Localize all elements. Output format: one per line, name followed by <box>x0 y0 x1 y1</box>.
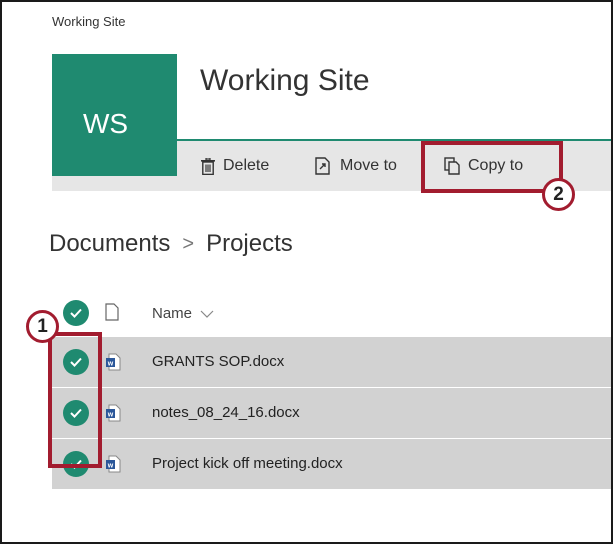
breadcrumb-documents[interactable]: Documents <box>49 230 170 258</box>
svg-text:w: w <box>107 411 114 418</box>
callout-box-copy-to <box>421 141 563 193</box>
callout-badge-2: 2 <box>542 178 575 211</box>
trash-icon <box>201 157 215 175</box>
table-row[interactable]: w Project kick off meeting.docx <box>52 438 611 489</box>
svg-text:w: w <box>107 462 114 469</box>
site-nav-title[interactable]: Working Site <box>52 14 125 29</box>
word-doc-icon: w <box>106 404 121 422</box>
name-column-header[interactable]: Name <box>152 305 214 322</box>
chevron-down-icon <box>200 310 214 318</box>
delete-label: Delete <box>223 157 270 174</box>
breadcrumb-projects: Projects <box>206 230 293 257</box>
word-doc-icon: w <box>106 455 121 473</box>
site-title[interactable]: Working Site <box>200 64 370 98</box>
svg-text:w: w <box>107 360 114 367</box>
select-all-checkbox[interactable] <box>63 300 89 326</box>
move-to-label: Move to <box>340 157 397 174</box>
callout-box-checkboxes <box>48 332 102 468</box>
name-column-label: Name <box>152 305 193 322</box>
file-name[interactable]: GRANTS SOP.docx <box>152 353 284 370</box>
list-header: Name <box>52 294 611 334</box>
callout-badge-1: 1 <box>26 310 59 343</box>
app-frame: Working Site WS Working Site Delete Move… <box>0 0 613 544</box>
site-logo[interactable]: WS <box>52 54 177 176</box>
move-to-button[interactable]: Move to <box>314 141 397 191</box>
site-logo-initials: WS <box>83 108 129 139</box>
file-type-header-icon <box>105 303 119 321</box>
breadcrumb: Documents > Projects <box>49 230 293 258</box>
word-doc-icon: w <box>106 353 121 371</box>
file-name[interactable]: Project kick off meeting.docx <box>152 455 343 472</box>
table-row[interactable]: w GRANTS SOP.docx <box>52 336 611 387</box>
checkmark-icon <box>70 308 82 318</box>
breadcrumb-separator: > <box>182 232 195 255</box>
file-name[interactable]: notes_08_24_16.docx <box>152 404 300 421</box>
move-icon <box>315 157 330 175</box>
table-row[interactable]: w notes_08_24_16.docx <box>52 387 611 438</box>
delete-button[interactable]: Delete <box>201 141 269 191</box>
